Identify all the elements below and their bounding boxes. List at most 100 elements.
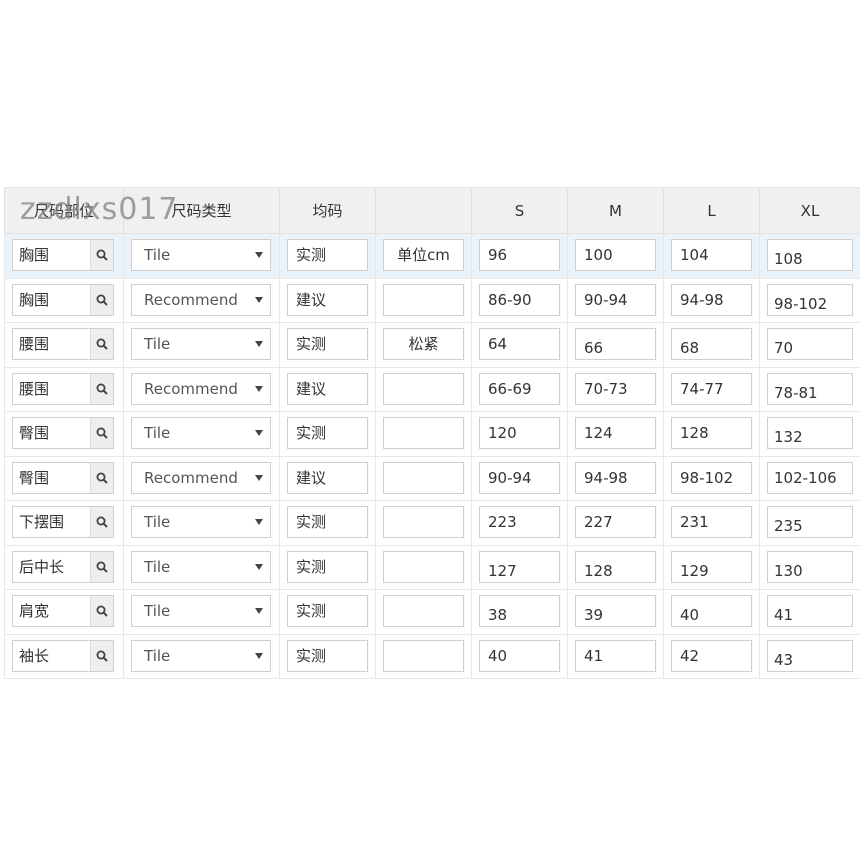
type-select[interactable]: Recommend <box>131 283 271 316</box>
size-xl-input[interactable]: 102-106 <box>767 461 853 494</box>
one-size-cell: 实测 <box>279 544 376 590</box>
size-s-input[interactable]: 66-69 <box>479 372 560 405</box>
type-select[interactable]: Tile <box>131 595 271 627</box>
part-input[interactable]: 下摆围 <box>12 506 114 538</box>
one-size-input[interactable]: 建议 <box>287 283 368 316</box>
table-body: 胸围 Tile 实测 单位cm 96 100 104 108 胸围 Recommend 建议 86-9… <box>4 233 860 679</box>
size-m-input[interactable]: 128 <box>575 550 656 583</box>
size-m-input[interactable]: 100 <box>575 239 656 271</box>
size-s-input[interactable]: 64 <box>479 328 560 360</box>
size-l-input[interactable]: 68 <box>671 328 752 360</box>
type-select[interactable]: Tile <box>131 417 271 449</box>
size-m-input[interactable]: 66 <box>575 328 656 360</box>
type-select[interactable]: Recommend <box>131 461 271 494</box>
size-xl-input[interactable]: 78-81 <box>767 372 853 405</box>
size-l-input[interactable]: 129 <box>671 550 752 583</box>
size-l-input[interactable]: 104 <box>671 239 752 271</box>
search-icon[interactable] <box>90 507 113 537</box>
search-icon[interactable] <box>90 418 113 448</box>
size-s-input[interactable]: 40 <box>479 639 560 672</box>
size-m-input[interactable]: 39 <box>575 595 656 627</box>
part-input[interactable]: 臀围 <box>12 461 114 494</box>
size-l-input[interactable]: 231 <box>671 506 752 538</box>
search-icon[interactable] <box>90 240 113 270</box>
unit-input[interactable] <box>383 372 464 405</box>
search-icon[interactable] <box>90 551 113 582</box>
search-icon[interactable] <box>90 596 113 626</box>
size-l-input[interactable]: 40 <box>671 595 752 627</box>
part-input[interactable]: 肩宽 <box>12 595 114 627</box>
one-size-input[interactable]: 实测 <box>287 506 368 538</box>
size-m-input[interactable]: 124 <box>575 417 656 449</box>
one-size-cell: 建议 <box>279 277 376 323</box>
size-s-input[interactable]: 96 <box>479 239 560 271</box>
part-input[interactable]: 臀围 <box>12 417 114 449</box>
type-select[interactable]: Recommend <box>131 372 271 405</box>
size-l-input[interactable]: 74-77 <box>671 372 752 405</box>
type-select[interactable]: Tile <box>131 639 271 672</box>
one-size-input[interactable]: 实测 <box>287 328 368 360</box>
one-size-input[interactable]: 实测 <box>287 550 368 583</box>
size-m-input[interactable]: 70-73 <box>575 372 656 405</box>
size-m-input[interactable]: 90-94 <box>575 283 656 316</box>
one-size-input[interactable]: 建议 <box>287 372 368 405</box>
one-size-input[interactable]: 实测 <box>287 595 368 627</box>
size-xl-input[interactable]: 70 <box>767 328 853 360</box>
size-xl-input[interactable]: 130 <box>767 550 853 583</box>
part-input[interactable]: 袖长 <box>12 639 114 672</box>
size-xl-input[interactable]: 41 <box>767 595 853 627</box>
size-l-input[interactable]: 128 <box>671 417 752 449</box>
part-input[interactable]: 腰围 <box>12 372 114 405</box>
size-xl-input[interactable]: 132 <box>767 417 853 449</box>
size-l-input[interactable]: 94-98 <box>671 283 752 316</box>
part-input[interactable]: 腰围 <box>12 328 114 360</box>
size-xl-input[interactable]: 108 <box>767 239 853 271</box>
size-s-input[interactable]: 120 <box>479 417 560 449</box>
unit-input[interactable] <box>383 461 464 494</box>
part-input[interactable]: 后中长 <box>12 550 114 583</box>
part-input[interactable]: 胸围 <box>12 239 114 271</box>
size-xl-input[interactable]: 235 <box>767 506 853 538</box>
size-s-input[interactable]: 223 <box>479 506 560 538</box>
unit-input[interactable] <box>383 550 464 583</box>
unit-input[interactable]: 单位cm <box>383 239 464 271</box>
part-value: 后中长 <box>19 557 65 576</box>
size-m-input[interactable]: 94-98 <box>575 461 656 494</box>
type-select[interactable]: Tile <box>131 328 271 360</box>
type-select[interactable]: Tile <box>131 506 271 538</box>
one-size-input[interactable]: 实测 <box>287 239 368 271</box>
size-s-input[interactable]: 90-94 <box>479 461 560 494</box>
size-s-cell: 96 <box>471 233 568 279</box>
unit-input[interactable] <box>383 506 464 538</box>
size-s-input[interactable]: 86-90 <box>479 283 560 316</box>
size-xl-input[interactable]: 43 <box>767 639 853 672</box>
type-select[interactable]: Tile <box>131 550 271 583</box>
size-m-input[interactable]: 41 <box>575 639 656 672</box>
part-input[interactable]: 胸围 <box>12 283 114 316</box>
unit-input[interactable] <box>383 283 464 316</box>
type-cell: Tile <box>123 589 280 635</box>
size-s-input[interactable]: 127 <box>479 550 560 583</box>
size-l-input[interactable]: 98-102 <box>671 461 752 494</box>
search-icon[interactable] <box>90 462 113 493</box>
type-select[interactable]: Tile <box>131 239 271 271</box>
size-l-cell: 68 <box>663 322 760 368</box>
one-size-input[interactable]: 实测 <box>287 417 368 449</box>
unit-input[interactable] <box>383 417 464 449</box>
search-icon[interactable] <box>90 373 113 404</box>
size-table: 尺码部位 尺码类型 均码 S M L XL 胸围 Tile 实测 单位cm 96 100 1… <box>4 187 860 679</box>
one-size-cell: 实测 <box>279 589 376 635</box>
size-l-input[interactable]: 42 <box>671 639 752 672</box>
unit-input[interactable] <box>383 639 464 672</box>
search-icon[interactable] <box>90 329 113 359</box>
search-icon[interactable] <box>90 640 113 671</box>
unit-input[interactable]: 松紧 <box>383 328 464 360</box>
size-xl-input[interactable]: 98-102 <box>767 283 853 316</box>
one-size-input[interactable]: 实测 <box>287 639 368 672</box>
unit-input[interactable] <box>383 595 464 627</box>
search-icon[interactable] <box>90 284 113 315</box>
one-size-input[interactable]: 建议 <box>287 461 368 494</box>
size-s-input[interactable]: 38 <box>479 595 560 627</box>
table-row: 袖长 Tile 实测 40 41 42 43 <box>4 633 860 679</box>
size-m-input[interactable]: 227 <box>575 506 656 538</box>
